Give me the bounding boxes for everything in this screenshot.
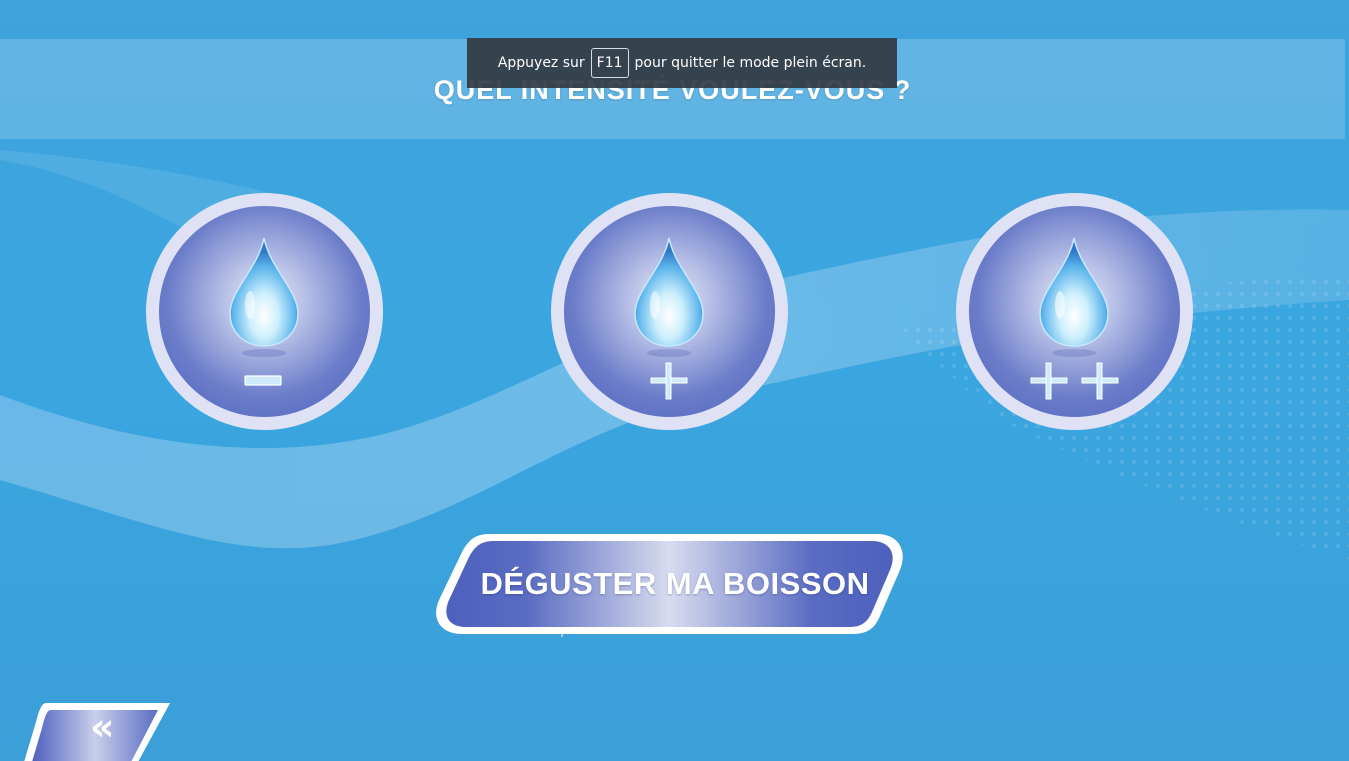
minus-icon	[244, 375, 282, 386]
intensity-option-medium[interactable]	[551, 193, 788, 430]
back-button[interactable]: «	[18, 700, 173, 761]
toast-key: F11	[590, 48, 629, 78]
intensity-option-high[interactable]	[956, 193, 1193, 430]
toast-prefix: Appuyez sur	[497, 55, 585, 71]
plus-icon	[650, 362, 688, 400]
double-chevron-left-icon: «	[90, 705, 115, 749]
taste-drink-button[interactable]: DÉGUSTER MA BOISSON	[432, 530, 908, 638]
toast-suffix: pour quitter le mode plein écran.	[634, 55, 867, 71]
intensity-option-low[interactable]	[146, 193, 383, 430]
taste-drink-button-label: DÉGUSTER MA BOISSON	[480, 566, 870, 601]
fullscreen-exit-toast: Appuyez sur F11 pour quitter le mode ple…	[467, 38, 897, 88]
double-plus-icon	[1030, 362, 1119, 400]
app-screen: QUEL INTENSITÉ VOULEZ-VOUS ? Appuyez sur…	[0, 0, 1349, 761]
